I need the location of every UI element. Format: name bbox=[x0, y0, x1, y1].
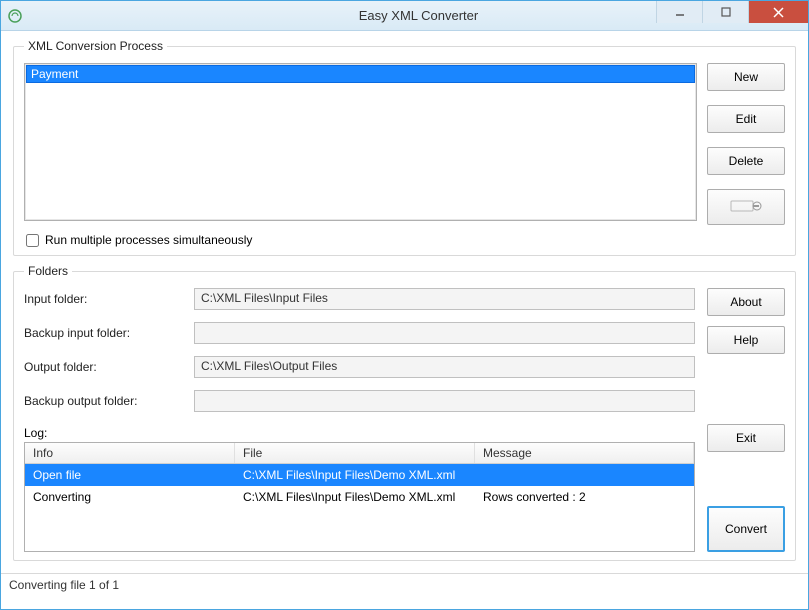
log-label: Log: bbox=[24, 426, 695, 440]
title-bar: Easy XML Converter bbox=[1, 1, 808, 31]
log-cell-file: C:\XML Files\Input Files\Demo XML.xml bbox=[235, 488, 475, 506]
close-button[interactable] bbox=[748, 1, 808, 23]
new-button[interactable]: New bbox=[707, 63, 785, 91]
log-cell-message bbox=[475, 466, 694, 484]
run-multiple-label: Run multiple processes simultaneously bbox=[45, 233, 252, 247]
process-list[interactable]: Payment bbox=[24, 63, 697, 221]
backup-output-label: Backup output folder: bbox=[24, 394, 194, 408]
log-cell-file: C:\XML Files\Input Files\Demo XML.xml bbox=[235, 466, 475, 484]
log-header-file[interactable]: File bbox=[235, 443, 475, 463]
app-icon bbox=[7, 8, 23, 24]
process-legend: XML Conversion Process bbox=[24, 39, 167, 53]
run-multiple-checkbox[interactable] bbox=[26, 234, 39, 247]
log-row[interactable]: Open file C:\XML Files\Input Files\Demo … bbox=[25, 464, 694, 486]
log-cell-info: Open file bbox=[25, 466, 235, 484]
process-item[interactable]: Payment bbox=[26, 65, 695, 83]
input-folder-field[interactable]: C:\XML Files\Input Files bbox=[194, 288, 695, 310]
backup-output-field[interactable] bbox=[194, 390, 695, 412]
wrench-icon bbox=[729, 197, 763, 218]
log-row[interactable]: Converting C:\XML Files\Input Files\Demo… bbox=[25, 486, 694, 508]
log-cell-message: Rows converted : 2 bbox=[475, 488, 694, 506]
input-folder-label: Input folder: bbox=[24, 292, 194, 306]
edit-button[interactable]: Edit bbox=[707, 105, 785, 133]
folders-legend: Folders bbox=[24, 264, 72, 278]
output-folder-label: Output folder: bbox=[24, 360, 194, 374]
output-folder-field[interactable]: C:\XML Files\Output Files bbox=[194, 356, 695, 378]
log-header: Info File Message bbox=[25, 443, 694, 464]
about-button[interactable]: About bbox=[707, 288, 785, 316]
maximize-button[interactable] bbox=[702, 1, 748, 23]
log-list[interactable]: Info File Message Open file C:\XML Files… bbox=[24, 442, 695, 552]
backup-input-label: Backup input folder: bbox=[24, 326, 194, 340]
process-group: XML Conversion Process Payment New Edit … bbox=[13, 39, 796, 256]
backup-input-field[interactable] bbox=[194, 322, 695, 344]
help-button[interactable]: Help bbox=[707, 326, 785, 354]
status-bar: Converting file 1 of 1 bbox=[1, 573, 808, 598]
convert-button[interactable]: Convert bbox=[707, 506, 785, 552]
log-header-message[interactable]: Message bbox=[475, 443, 694, 463]
exit-button[interactable]: Exit bbox=[707, 424, 785, 452]
log-cell-info: Converting bbox=[25, 488, 235, 506]
log-header-info[interactable]: Info bbox=[25, 443, 235, 463]
minimize-button[interactable] bbox=[656, 1, 702, 23]
delete-button[interactable]: Delete bbox=[707, 147, 785, 175]
settings-button[interactable] bbox=[707, 189, 785, 225]
folders-group: Folders Input folder: C:\XML Files\Input… bbox=[13, 264, 796, 561]
